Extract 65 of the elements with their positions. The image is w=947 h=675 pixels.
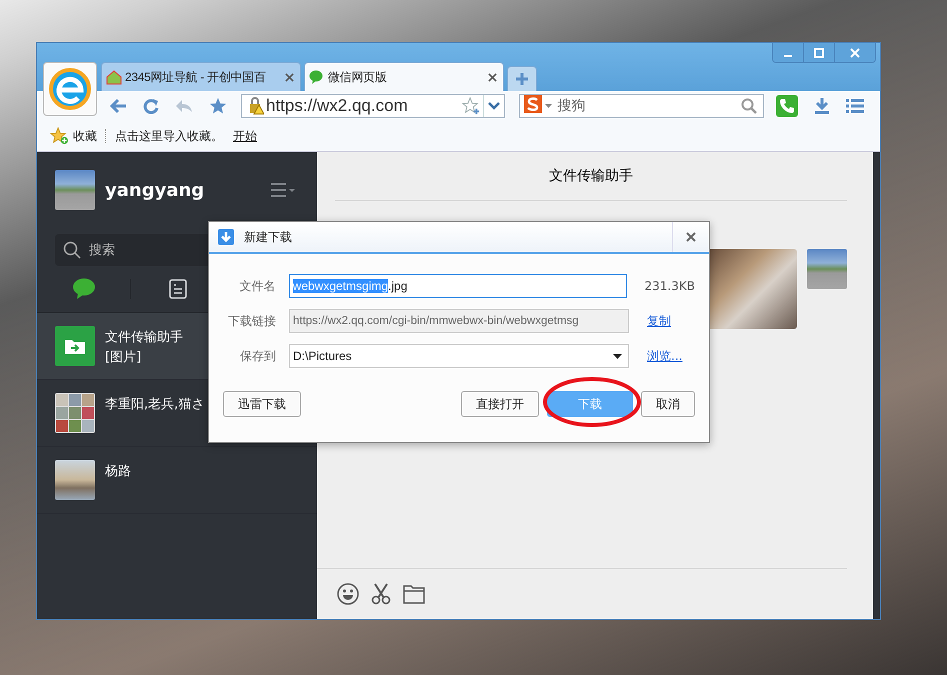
browser-tab[interactable]: 2345网址导航 - 开创中国百 <box>101 62 301 91</box>
field-label: 下载链接 <box>227 312 276 330</box>
favorites-link[interactable]: 收藏 <box>73 128 97 144</box>
close-button[interactable] <box>835 43 875 62</box>
search-icon[interactable] <box>741 98 757 114</box>
download-icon[interactable] <box>814 97 830 115</box>
chat-list-item[interactable]: 杨路 <box>37 447 317 514</box>
refresh-icon[interactable] <box>143 98 159 114</box>
chat-name: 李重阳,老兵,猫さ <box>105 396 204 413</box>
caret-icon <box>613 354 622 358</box>
lock-warning-icon <box>248 97 264 115</box>
avatar-photo <box>55 460 95 500</box>
star-add-icon[interactable] <box>49 127 69 145</box>
chat-bubble-icon <box>72 278 96 300</box>
chat-name: 杨路 <box>105 463 131 480</box>
address-bar[interactable]: https://wx2.qq.com <box>241 94 506 118</box>
star-icon[interactable] <box>209 97 227 115</box>
menu-icon[interactable] <box>271 183 295 197</box>
folder-icon[interactable] <box>403 584 425 604</box>
document-icon <box>168 279 186 299</box>
group-avatar-photo <box>55 393 95 433</box>
chat-name: 文件传输助手 <box>105 329 183 346</box>
close-icon <box>850 48 860 58</box>
back-arrow-icon[interactable] <box>109 98 127 114</box>
start-link[interactable]: 开始 <box>233 128 257 144</box>
maximize-icon <box>814 48 824 58</box>
tab-title: 微信网页版 <box>328 68 388 86</box>
download-arrow-icon <box>218 229 234 245</box>
chevron-down-icon <box>488 102 500 110</box>
browser-logo-icon[interactable] <box>43 62 97 116</box>
avatar-photo <box>807 249 847 289</box>
browser-tab[interactable]: 微信网页版 <box>304 62 504 91</box>
close-icon[interactable] <box>285 72 294 82</box>
house-icon <box>106 69 122 85</box>
field-label: 保存到 <box>239 348 276 364</box>
close-icon[interactable] <box>488 72 497 82</box>
search-icon <box>63 241 81 259</box>
phone-icon[interactable] <box>776 95 798 117</box>
dialog-button[interactable]: 直接打开 <box>461 391 539 417</box>
smiley-icon[interactable] <box>337 583 359 605</box>
copy-link[interactable]: 复制 <box>647 312 671 330</box>
caret-icon[interactable] <box>545 104 552 108</box>
star-add-icon[interactable] <box>461 97 482 115</box>
minimize-icon <box>784 54 792 56</box>
chat-bubbles-icon <box>309 69 325 85</box>
dialog-button[interactable]: 取消 <box>641 391 695 417</box>
list-menu-icon[interactable] <box>846 98 864 114</box>
message-preview: [图片] <box>105 349 142 366</box>
browse-link[interactable]: 浏览... <box>647 348 682 364</box>
dialog-button[interactable]: 迅雷下载 <box>223 391 301 417</box>
user-name: yangyang <box>105 180 206 200</box>
save-path-dropdown[interactable]: D:\Pictures <box>289 344 629 368</box>
close-icon <box>686 232 696 242</box>
chat-title: 文件传输助手 <box>549 167 633 185</box>
import-hint-text: 点击这里导入收藏。 <box>115 128 223 144</box>
new-tab-button[interactable] <box>507 66 537 91</box>
field-label: 文件名 <box>238 278 276 294</box>
search-box[interactable]: 搜狗 <box>519 94 764 118</box>
maximize-button[interactable] <box>804 43 835 62</box>
file-name-field[interactable]: webwxgetmsgimg.jpg <box>288 274 627 298</box>
scissors-icon[interactable] <box>371 583 391 605</box>
minimize-button[interactable] <box>773 43 804 62</box>
tab-title: 2345网址导航 - 开创中国百 <box>125 68 267 86</box>
plus-icon <box>516 73 528 85</box>
file-size-text: 231.3KB <box>644 279 695 293</box>
